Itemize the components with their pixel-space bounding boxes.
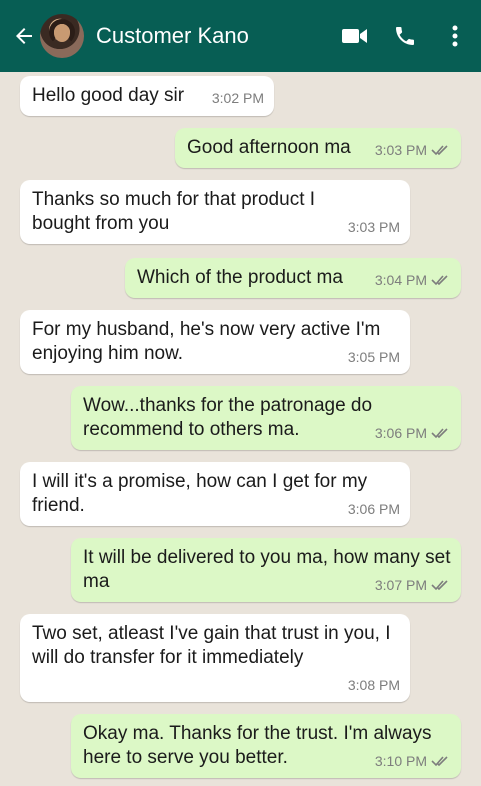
more-options-icon xyxy=(452,25,458,47)
message-time: 3:04 PM xyxy=(374,272,427,288)
message-bubble-outgoing[interactable]: Good afternoon ma 3:03 PM xyxy=(175,128,461,168)
chat-area[interactable]: Hello good day sir 3:02 PM Good afternoo… xyxy=(0,72,481,786)
message-text: I will it's a promise, how can I get for… xyxy=(32,471,368,516)
message-bubble-outgoing[interactable]: Which of the product ma 3:04 PM xyxy=(125,258,461,298)
message-text: For my husband, he's now very active I'm… xyxy=(32,319,381,364)
message-time: 3:06 PM xyxy=(347,501,400,517)
message-time: 3:08 PM xyxy=(347,677,400,693)
message-bubble-outgoing[interactable]: Wow...thanks for the patronage do recomm… xyxy=(71,386,461,450)
message-text: Two set, atleast I've gain that trust in… xyxy=(32,623,391,668)
message-time: 3:03 PM xyxy=(374,142,427,158)
avatar[interactable] xyxy=(40,14,84,58)
back-button[interactable] xyxy=(8,16,40,56)
contact-name[interactable]: Customer Kano xyxy=(96,23,335,49)
double-check-icon xyxy=(431,428,448,439)
double-check-icon xyxy=(431,756,448,767)
message-time: 3:10 PM xyxy=(374,753,427,769)
message-time: 3:02 PM xyxy=(211,90,264,106)
message-bubble-incoming[interactable]: Hello good day sir 3:02 PM xyxy=(20,76,274,116)
message-time: 3:05 PM xyxy=(347,349,400,365)
voice-call-button[interactable] xyxy=(385,16,425,56)
chat-header: Customer Kano xyxy=(0,0,481,72)
message-bubble-incoming[interactable]: For my husband, he's now very active I'm… xyxy=(20,310,410,374)
video-call-button[interactable] xyxy=(335,16,375,56)
message-time: 3:03 PM xyxy=(347,219,400,235)
video-call-icon xyxy=(342,29,367,43)
more-options-button[interactable] xyxy=(435,16,475,56)
double-check-icon xyxy=(431,580,448,591)
double-check-icon xyxy=(431,145,448,156)
message-text: Thanks so much for that product I bought… xyxy=(32,189,316,234)
message-bubble-outgoing[interactable]: Okay ma. Thanks for the trust. I'm alway… xyxy=(71,714,461,778)
message-bubble-outgoing[interactable]: It will be delivered to you ma, how many… xyxy=(71,538,461,602)
double-check-icon xyxy=(431,275,448,286)
message-time: 3:06 PM xyxy=(374,425,427,441)
message-text: Wow...thanks for the patronage do recomm… xyxy=(83,395,373,440)
message-time: 3:07 PM xyxy=(374,577,427,593)
message-bubble-incoming[interactable]: I will it's a promise, how can I get for… xyxy=(20,462,410,526)
message-bubble-incoming[interactable]: Two set, atleast I've gain that trust in… xyxy=(20,614,410,702)
message-bubble-incoming[interactable]: Thanks so much for that product I bought… xyxy=(20,180,410,244)
back-arrow-icon xyxy=(16,28,32,44)
phone-icon xyxy=(396,27,414,45)
